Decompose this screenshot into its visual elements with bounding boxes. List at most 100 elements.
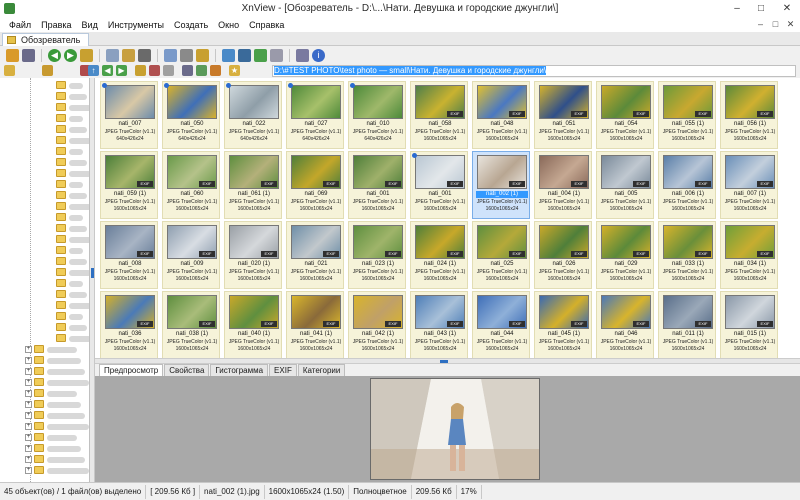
- tree-folder-item[interactable]: +: [0, 454, 89, 465]
- thumbnail-item[interactable]: EXIF nati_004 (1) JPEG TrueColor (v1.1) 160…: [534, 151, 592, 219]
- thumbnail-item[interactable]: EXIF nati_025 JPEG TrueColor (v1.1) 1600x10…: [472, 221, 530, 289]
- tree-folder-item[interactable]: [0, 179, 89, 190]
- thumbnail-item[interactable]: EXIF nati_033 (1) JPEG TrueColor (v1.1) 160…: [658, 221, 716, 289]
- tree-expand-icon[interactable]: +: [25, 390, 32, 397]
- arrow-right-icon[interactable]: ▶: [116, 65, 127, 76]
- tree-folder-item[interactable]: [0, 168, 89, 179]
- thumbnail-item[interactable]: EXIF nati_051 JPEG TrueColor (v1.1) 1600x10…: [534, 81, 592, 149]
- sort-icon[interactable]: [196, 65, 207, 76]
- thumbnail-item[interactable]: EXIF nati_044 JPEG TrueColor (v1.1) 1600x10…: [472, 291, 530, 359]
- fullscreen-icon[interactable]: [22, 48, 35, 62]
- webpage-icon[interactable]: [238, 48, 251, 62]
- tree-folder-item[interactable]: [0, 333, 89, 344]
- thumbnail-grid[interactable]: nati_007 JPEG TrueColor (v1.1) 640x426x24 n…: [95, 78, 800, 429]
- thumbnail-item[interactable]: EXIF nati_048 JPEG TrueColor (v1.1) 1600x10…: [472, 81, 530, 149]
- tree-folder-item[interactable]: [0, 135, 89, 146]
- tree-folder-item[interactable]: [0, 289, 89, 300]
- thumbnail-item[interactable]: EXIF nati_046 JPEG TrueColor (v1.1) 1600x10…: [596, 291, 654, 359]
- tree-folder-item[interactable]: +: [0, 399, 89, 410]
- tab-preview[interactable]: Предпросмотр: [99, 364, 164, 376]
- thumbnail-item[interactable]: EXIF nati_007 (1) JPEG TrueColor (v1.1) 160…: [720, 151, 778, 219]
- tree-folder-item[interactable]: +: [0, 443, 89, 454]
- open-folder-icon[interactable]: [6, 48, 19, 62]
- menu-file[interactable]: Файл: [4, 20, 36, 30]
- tree-folder-item[interactable]: [0, 267, 89, 278]
- thumbnail-item[interactable]: EXIF nati_045 (1) JPEG TrueColor (v1.1) 160…: [534, 291, 592, 359]
- tree-folder-item[interactable]: +: [0, 377, 89, 388]
- tree-folder-item[interactable]: [0, 311, 89, 322]
- thumbnail-item[interactable]: EXIF nati_023 (1) JPEG TrueColor (v1.1) 160…: [348, 221, 406, 289]
- tab-properties[interactable]: Свойства: [164, 364, 210, 376]
- tab-histogram[interactable]: Гистограмма: [210, 364, 269, 376]
- thumbnail-item[interactable]: EXIF nati_041 (1) JPEG TrueColor (v1.1) 160…: [286, 291, 344, 359]
- menu-tools[interactable]: Инструменты: [103, 20, 169, 30]
- delete-icon[interactable]: [149, 65, 160, 76]
- scan-icon[interactable]: [164, 48, 177, 62]
- thumbnail-item[interactable]: EXIF nati_042 (1) JPEG TrueColor (v1.1) 160…: [348, 291, 406, 359]
- thumbnail-item[interactable]: nati_010 JPEG TrueColor (v1.1) 640x426x24: [348, 81, 406, 149]
- close-button[interactable]: ✕: [776, 1, 798, 16]
- thumbnail-item[interactable]: EXIF nati_069 JPEG TrueColor (v1.1) 1600x10…: [286, 151, 344, 219]
- mdi-restore-button[interactable]: □: [770, 19, 781, 30]
- info-icon[interactable]: i: [312, 48, 325, 62]
- thumbnail-item[interactable]: EXIF nati_040 (1) JPEG TrueColor (v1.1) 160…: [224, 291, 282, 359]
- thumbnail-item[interactable]: EXIF nati_059 (1) JPEG TrueColor (v1.1) 160…: [100, 151, 158, 219]
- thumbnail-item[interactable]: EXIF nati_060 JPEG TrueColor (v1.1) 1600x10…: [162, 151, 220, 219]
- view-mode-icon[interactable]: [182, 65, 193, 76]
- tree-expand-icon[interactable]: +: [25, 423, 32, 430]
- refresh-icon[interactable]: [254, 48, 267, 62]
- menu-help[interactable]: Справка: [244, 20, 289, 30]
- tree-folder-item[interactable]: [0, 234, 89, 245]
- gear-icon[interactable]: [296, 48, 309, 62]
- tree-folder-item[interactable]: [0, 124, 89, 135]
- thumbnail-item[interactable]: EXIF nati_002 (1) JPEG TrueColor (v1.1) 160…: [472, 151, 530, 219]
- tree-folder-item[interactable]: [0, 91, 89, 102]
- filter-icon[interactable]: [210, 65, 221, 76]
- copy-icon[interactable]: [106, 48, 119, 62]
- tree-expand-icon[interactable]: +: [25, 434, 32, 441]
- thumbnail-item[interactable]: EXIF nati_001 JPEG TrueColor (v1.1) 1600x10…: [410, 151, 468, 219]
- thumbnail-item[interactable]: EXIF nati_026 JPEG TrueColor (v1.1) 1600x10…: [534, 221, 592, 289]
- paste-icon[interactable]: [122, 48, 135, 62]
- thumbnail-item[interactable]: nati_007 JPEG TrueColor (v1.1) 640x426x24: [100, 81, 158, 149]
- tree-expand-icon[interactable]: +: [25, 368, 32, 375]
- mdi-minimize-button[interactable]: –: [755, 19, 766, 30]
- move-icon[interactable]: [80, 48, 93, 62]
- tag-icon[interactable]: [135, 65, 146, 76]
- thumbnail-item[interactable]: EXIF nati_008 JPEG TrueColor (v1.1) 1600x10…: [100, 221, 158, 289]
- thumbnail-item[interactable]: EXIF nati_038 (1) JPEG TrueColor (v1.1) 160…: [162, 291, 220, 359]
- tree-folder-item[interactable]: [0, 102, 89, 113]
- edit-icon[interactable]: [163, 65, 174, 76]
- tree-expand-icon[interactable]: +: [25, 379, 32, 386]
- tree-expand-icon[interactable]: +: [25, 412, 32, 419]
- folder-up-icon[interactable]: [4, 65, 15, 76]
- tree-folder-item[interactable]: [0, 80, 89, 91]
- tree-folder-item[interactable]: +: [0, 432, 89, 443]
- thumbnail-item[interactable]: EXIF nati_036 JPEG TrueColor (v1.1) 1600x10…: [100, 291, 158, 359]
- thumbnail-item[interactable]: EXIF nati_006 (1) JPEG TrueColor (v1.1) 160…: [658, 151, 716, 219]
- mdi-close-button[interactable]: ✕: [785, 19, 796, 30]
- menu-create[interactable]: Создать: [169, 20, 213, 30]
- favorites-icon[interactable]: [42, 65, 53, 76]
- tree-expand-icon[interactable]: +: [25, 401, 32, 408]
- minimize-button[interactable]: –: [726, 1, 748, 16]
- maximize-button[interactable]: □: [750, 1, 772, 16]
- splitter-grip[interactable]: [91, 268, 94, 278]
- tree-folder-item[interactable]: [0, 212, 89, 223]
- compare-icon[interactable]: [270, 48, 283, 62]
- tree-folder-item[interactable]: [0, 201, 89, 212]
- tree-folder-item[interactable]: [0, 146, 89, 157]
- tree-folder-item[interactable]: +: [0, 465, 89, 476]
- thumbnail-item[interactable]: EXIF nati_021 JPEG TrueColor (v1.1) 1600x10…: [286, 221, 344, 289]
- print-icon[interactable]: [180, 48, 193, 62]
- tree-expand-icon[interactable]: +: [25, 357, 32, 364]
- thumbnail-item[interactable]: EXIF nati_061 (1) JPEG TrueColor (v1.1) 160…: [224, 151, 282, 219]
- thumbnail-item[interactable]: EXIF nati_009 JPEG TrueColor (v1.1) 1600x10…: [162, 221, 220, 289]
- menu-edit[interactable]: Правка: [36, 20, 76, 30]
- thumbnail-item[interactable]: EXIF nati_001 JPEG TrueColor (v1.1) 1600x10…: [348, 151, 406, 219]
- thumbnail-item[interactable]: EXIF nati_054 JPEG TrueColor (v1.1) 1600x10…: [596, 81, 654, 149]
- tree-expand-icon[interactable]: +: [25, 346, 32, 353]
- tree-folder-item[interactable]: +: [0, 388, 89, 399]
- thumbnail-item[interactable]: EXIF nati_005 JPEG TrueColor (v1.1) 1600x10…: [596, 151, 654, 219]
- tree-folder-item[interactable]: +: [0, 344, 89, 355]
